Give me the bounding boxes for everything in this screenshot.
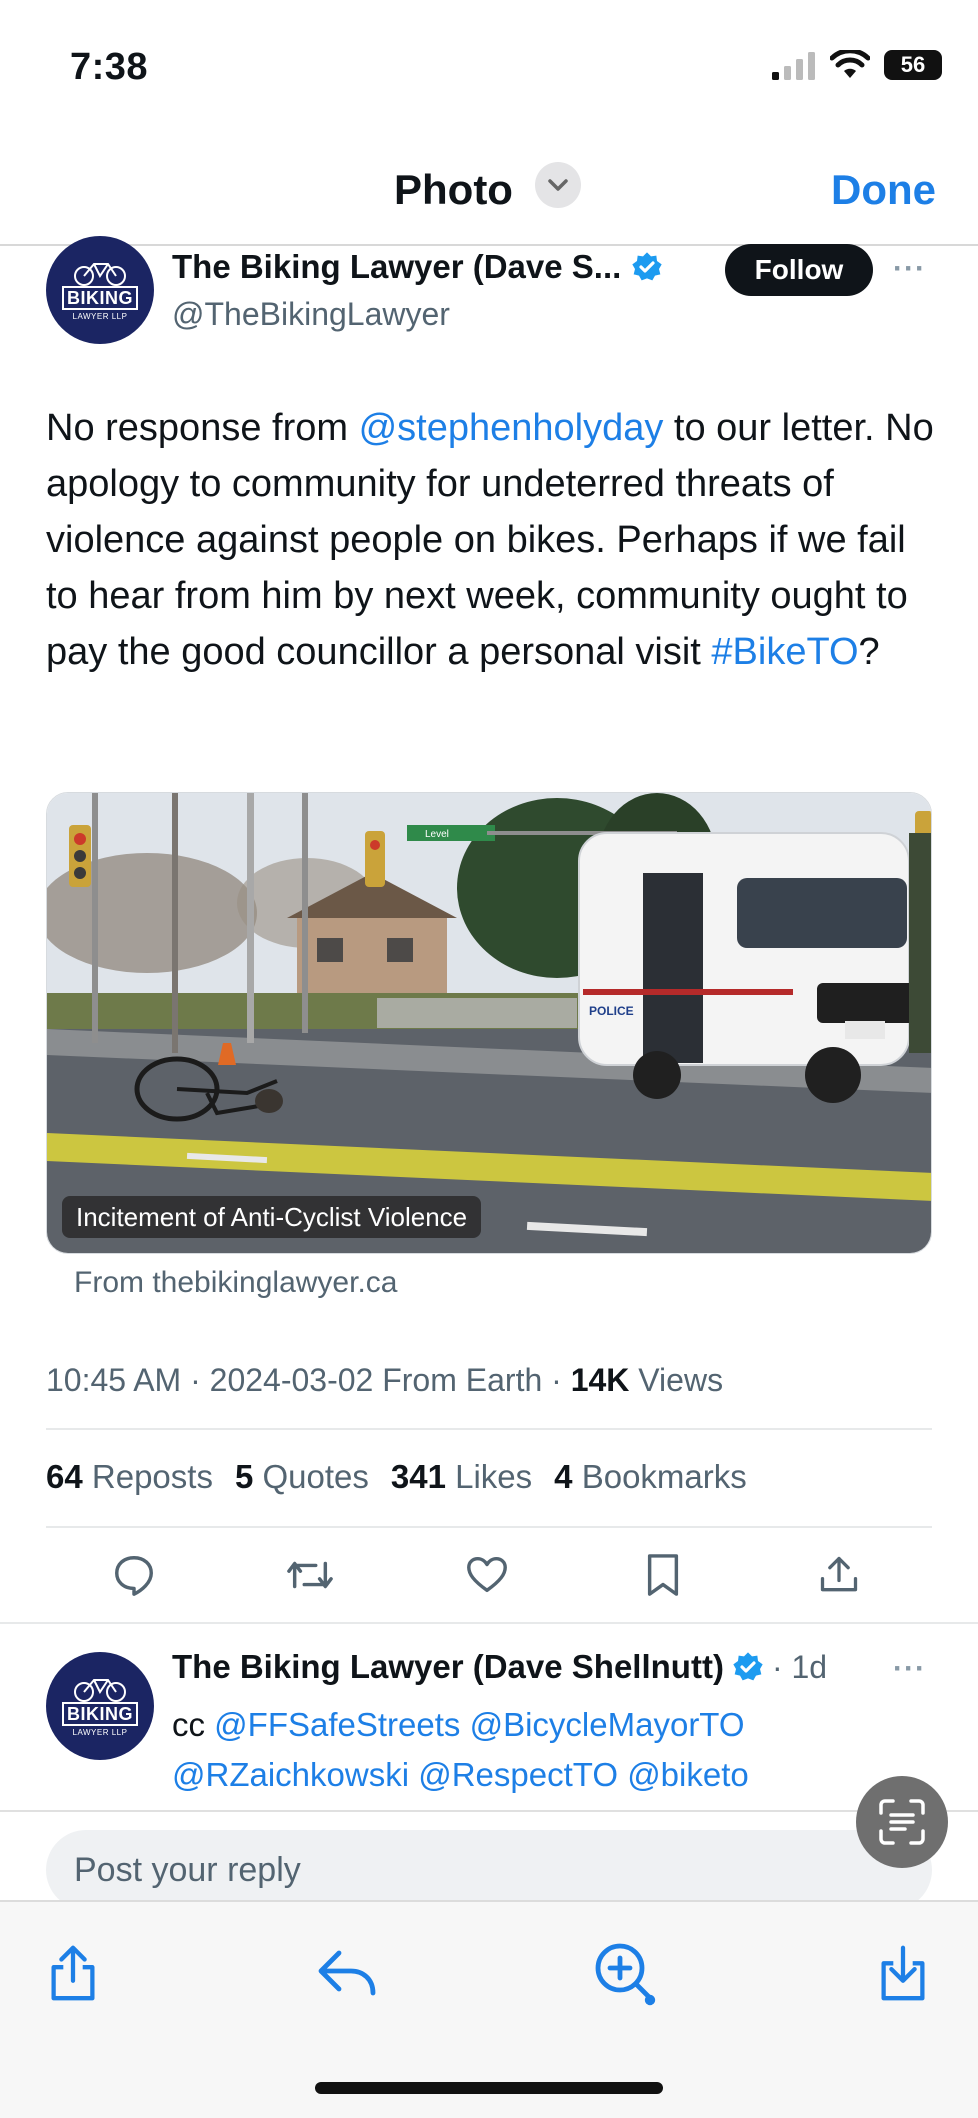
battery-icon: 56 — [884, 50, 942, 80]
bookmarks-stat[interactable]: 4 Bookmarks — [554, 1458, 747, 1496]
more-options-icon[interactable]: ··· — [893, 1652, 926, 1686]
bookmark-icon[interactable] — [636, 1548, 690, 1602]
share-icon[interactable] — [38, 1938, 108, 2008]
views-count: 14K — [570, 1362, 630, 1398]
avatar-logo-sub: LAWYER LLP — [72, 1727, 128, 1737]
engagement-stats: 64 Reposts 5 Quotes 341 Likes 4 Bookmark… — [46, 1458, 747, 1496]
bicycle-icon — [74, 1678, 126, 1702]
zoom-in-icon[interactable] — [590, 1938, 660, 2008]
mention-link[interactable]: @FFSafeStreets — [214, 1706, 460, 1743]
tweet-text-part: ? — [858, 631, 880, 673]
nav-header: Photo Done — [0, 140, 978, 246]
likes-stat[interactable]: 341 Likes — [391, 1458, 532, 1496]
download-icon[interactable] — [868, 1938, 938, 2008]
like-icon[interactable] — [460, 1548, 514, 1602]
divider — [46, 1526, 932, 1528]
bicycle-icon — [74, 262, 126, 286]
live-text-icon[interactable] — [856, 1776, 948, 1868]
quotes-label: Quotes — [262, 1458, 369, 1495]
likes-label: Likes — [455, 1458, 533, 1495]
author-row: The Biking Lawyer (Dave S... — [172, 248, 663, 286]
link-card-image[interactable]: Level POLICE — [46, 792, 932, 1254]
mention-link[interactable]: @RespectTO — [418, 1756, 618, 1793]
tweet-text-part: No response from — [46, 407, 359, 449]
mention-link[interactable]: @BicycleMayorTO — [470, 1706, 745, 1743]
van-label-text: POLICE — [589, 1004, 634, 1018]
street-sign-text: Level — [425, 829, 449, 840]
reply-input[interactable]: Post your reply — [46, 1830, 932, 1910]
mention-link[interactable]: @RZaichkowski — [172, 1756, 409, 1793]
verified-badge-icon — [632, 252, 662, 281]
tweet-date[interactable]: 2024-03-02 — [210, 1362, 374, 1398]
tweet-source: From Earth — [382, 1362, 543, 1398]
chevron-down-icon[interactable] — [535, 162, 581, 208]
reposts-stat[interactable]: 64 Reposts — [46, 1458, 213, 1496]
tweet-meta: 10:45 AM · 2024-03-02 From Earth · 14K V… — [46, 1362, 724, 1398]
author-handle[interactable]: @TheBikingLawyer — [172, 296, 450, 333]
reply-time[interactable]: · 1d — [772, 1649, 827, 1686]
card-source[interactable]: From thebikinglawyer.ca — [74, 1266, 397, 1300]
mention-link[interactable]: @stephenholyday — [359, 407, 664, 449]
reply-avatar[interactable]: BIKING LAWYER LLP — [46, 1652, 154, 1760]
views-label: Views — [638, 1362, 724, 1398]
author-name[interactable]: The Biking Lawyer (Dave S... — [172, 248, 621, 286]
wifi-icon — [830, 50, 870, 78]
reply-cc: cc — [172, 1706, 215, 1743]
avatar[interactable]: BIKING LAWYER LLP — [46, 236, 154, 344]
reply-arrow-icon[interactable] — [312, 1938, 382, 2008]
tweet-time[interactable]: 10:45 AM — [46, 1362, 181, 1398]
tweet-text: No response from @stephenholyday to our … — [46, 400, 936, 680]
reposts-label: Reposts — [91, 1458, 213, 1495]
bookmarks-count: 4 — [554, 1458, 573, 1495]
avatar-logo-sub: LAWYER LLP — [72, 311, 128, 321]
hashtag-link[interactable]: #BikeTO — [711, 631, 858, 673]
quotes-stat[interactable]: 5 Quotes — [235, 1458, 369, 1496]
reply-text: cc @FFSafeStreets @BicycleMayorTO @RZaic… — [172, 1700, 932, 1820]
reply-author-name[interactable]: The Biking Lawyer (Dave Shellnutt) — [172, 1648, 724, 1686]
avatar-logo-text: BIKING — [62, 1701, 138, 1726]
signal-icon — [772, 52, 815, 80]
likes-count: 341 — [390, 1458, 446, 1495]
follow-button[interactable]: Follow — [725, 244, 873, 296]
more-options-icon[interactable]: ··· — [893, 252, 926, 286]
reply-author-row: The Biking Lawyer (Dave Shellnutt) · 1d — [172, 1648, 827, 1686]
reposts-count: 64 — [46, 1458, 83, 1495]
retweet-icon[interactable] — [283, 1548, 337, 1602]
status-icons: 56 — [772, 50, 942, 80]
tweet-actions — [0, 1548, 978, 1602]
home-indicator — [315, 2082, 663, 2094]
bookmarks-label: Bookmarks — [581, 1458, 747, 1495]
verified-badge-icon — [733, 1652, 763, 1681]
reply-icon[interactable] — [107, 1548, 161, 1602]
avatar-logo-text: BIKING — [62, 285, 138, 310]
done-button[interactable]: Done — [831, 166, 936, 214]
mention-link[interactable]: @biketo — [627, 1756, 749, 1793]
divider — [0, 1622, 978, 1624]
status-time: 7:38 — [70, 46, 149, 88]
divider — [46, 1428, 932, 1430]
nav-title: Photo — [394, 166, 513, 213]
quotes-count: 5 — [234, 1458, 254, 1495]
card-caption: Incitement of Anti-Cyclist Violence — [62, 1196, 482, 1238]
scene-illustration: Level POLICE — [47, 793, 931, 1253]
share-icon[interactable] — [812, 1548, 866, 1602]
